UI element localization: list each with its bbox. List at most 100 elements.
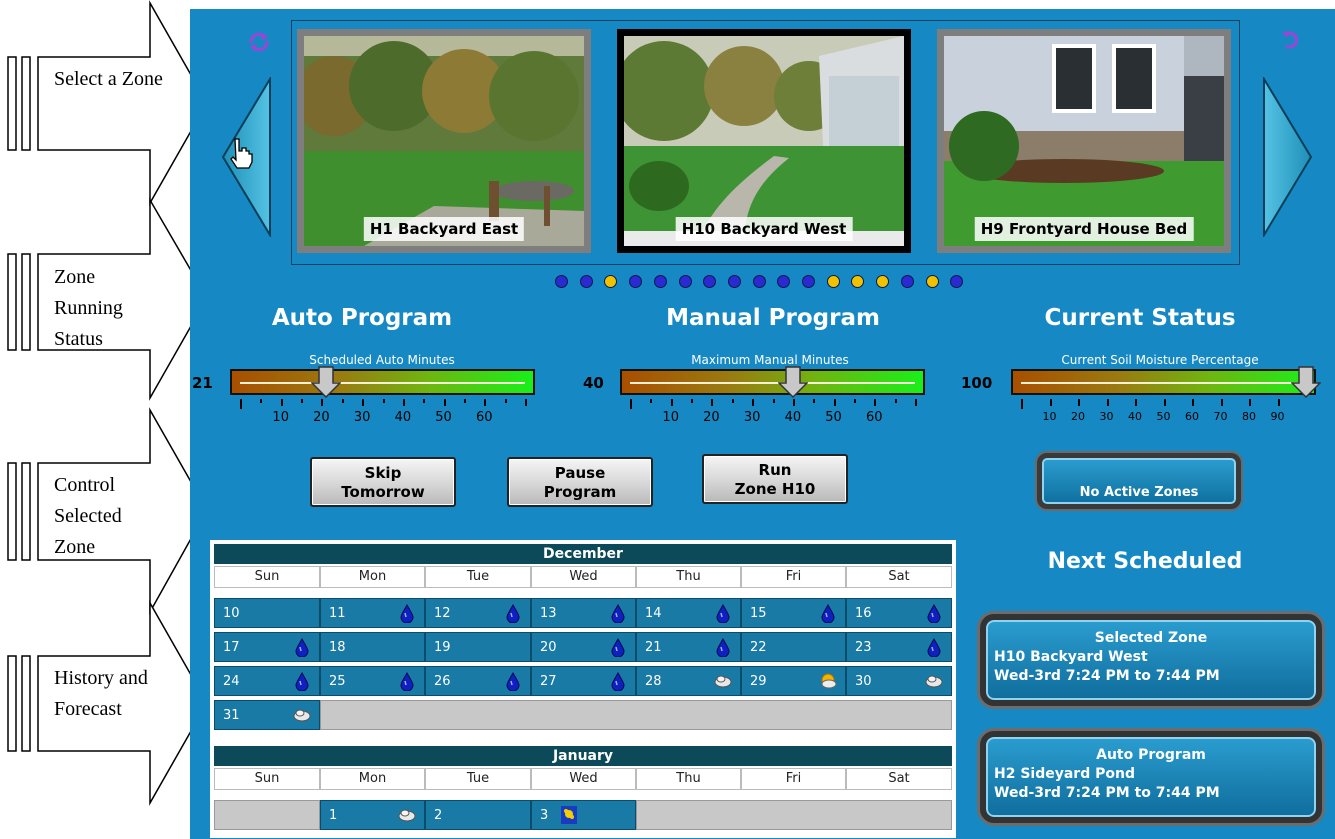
skip-tomorrow-button[interactable]: Skip Tomorrow <box>310 457 456 507</box>
raindrop-icon <box>611 637 625 657</box>
pause-program-button[interactable]: Pause Program <box>507 457 653 507</box>
calendar-day[interactable]: 25 <box>320 666 425 696</box>
calendar-day[interactable]: 15 <box>741 598 846 628</box>
zone-dot[interactable] <box>950 275 964 288</box>
raindrop-icon <box>716 603 730 623</box>
gauge-tick-label: 90 <box>1270 410 1285 423</box>
zone-dot[interactable] <box>653 275 667 288</box>
zone-dot[interactable] <box>900 275 914 288</box>
calendar-day-number: 17 <box>223 640 240 655</box>
gauge-minor-tick <box>813 399 816 403</box>
next-zone-arrow[interactable] <box>1262 77 1314 237</box>
calendar-day-number: 13 <box>540 606 557 621</box>
calendar-day[interactable]: 17 <box>214 632 320 662</box>
zone-caption: H10 Backyard West <box>675 217 853 241</box>
gauge-thumb-icon[interactable] <box>310 366 341 398</box>
cloud-icon <box>925 675 943 688</box>
zone-photo-h9[interactable]: H9 Frontyard House Bed <box>937 29 1231 253</box>
gauge-tick <box>1021 399 1023 409</box>
calendar-day[interactable]: 27 <box>531 666 636 696</box>
rotate-right-icon[interactable] <box>1280 29 1302 51</box>
calendar-day[interactable]: 24 <box>214 666 320 696</box>
calendar-empty-cell <box>214 800 320 830</box>
calendar-day[interactable]: 3 <box>531 800 636 830</box>
zone-photo-h10[interactable]: H10 Backyard West <box>617 29 911 253</box>
calendar-day[interactable]: 2 <box>425 800 531 830</box>
zone-dot[interactable] <box>703 275 717 288</box>
gauge-line <box>240 382 525 384</box>
calendar-day-number: 27 <box>540 674 557 689</box>
zone-dot[interactable] <box>629 275 643 288</box>
calendar-day[interactable]: 23 <box>846 632 952 662</box>
calendar-day[interactable]: 19 <box>425 632 531 662</box>
skip-button-line1: Skip <box>364 464 402 482</box>
zone-dot[interactable] <box>802 275 815 288</box>
auto-minutes-slider[interactable]: 10 20 30 40 50 60 <box>230 366 535 429</box>
auto-gauge-caption: Scheduled Auto Minutes <box>309 353 455 367</box>
zone-dot[interactable] <box>752 275 766 288</box>
calendar-day[interactable]: 11 <box>320 598 425 628</box>
cloud-icon <box>398 809 416 822</box>
calendar-day[interactable]: 21 <box>636 632 741 662</box>
calendar-day[interactable]: 16 <box>846 598 952 628</box>
gauge-tick <box>1249 399 1251 406</box>
zone-dot[interactable] <box>555 275 568 288</box>
gauge-tick-label: 60 <box>476 410 493 425</box>
weekday-header: Wed <box>531 566 636 588</box>
gauge-thumb-icon[interactable] <box>777 366 808 398</box>
flower-icon <box>561 806 577 824</box>
zone-dot[interactable] <box>604 275 618 288</box>
zone-dot[interactable] <box>777 275 791 288</box>
zone-dot[interactable] <box>851 275 865 288</box>
pause-button-line2: Program <box>543 483 617 501</box>
calendar-day-number: 15 <box>750 606 767 621</box>
cloud-icon <box>293 709 311 722</box>
gauge-tick <box>1192 399 1194 406</box>
calendar-day[interactable]: 30 <box>846 666 952 696</box>
zone-photo-strip: H1 Backyard East H10 Backyard West H9 Fr… <box>291 20 1240 265</box>
calendar-day[interactable]: 13 <box>531 598 636 628</box>
manual-minutes-slider[interactable]: 10 20 30 40 50 60 <box>620 366 925 429</box>
calendar-month-header: December <box>214 544 952 564</box>
zone-caption: H9 Frontyard House Bed <box>974 217 1194 241</box>
raindrop-icon <box>611 603 625 623</box>
calendar-day[interactable]: 20 <box>531 632 636 662</box>
zone-dot[interactable] <box>826 275 840 288</box>
next-auto-program-card[interactable]: Auto Program H2 Sideyard Pond Wed-3rd 7:… <box>980 731 1322 823</box>
zone-dot[interactable] <box>925 275 939 288</box>
zone-dot[interactable] <box>727 275 741 288</box>
calendar-day[interactable]: 22 <box>741 632 846 662</box>
gauge-minor-tick <box>341 399 344 403</box>
gauge-line <box>630 382 915 384</box>
calendar-day[interactable]: 1 <box>320 800 425 830</box>
zone-dot[interactable] <box>579 275 593 288</box>
next-selected-zone-card[interactable]: Selected Zone H10 Backyard West Wed-3rd … <box>980 614 1322 706</box>
zone-dot[interactable] <box>678 275 692 288</box>
weekday-header: Mon <box>320 768 425 790</box>
gauge-tick-label: 10 <box>272 410 289 425</box>
active-zones-status-button[interactable]: No Active Zones <box>1037 453 1241 509</box>
calendar-day[interactable]: 29 <box>741 666 846 696</box>
zone-photo-h1[interactable]: H1 Backyard East <box>297 29 591 253</box>
gauge-minor-tick <box>260 399 263 403</box>
calendar-day[interactable]: 12 <box>425 598 531 628</box>
gauge-minor-tick <box>772 399 775 403</box>
rotate-left-icon[interactable] <box>246 31 272 53</box>
calendar-day[interactable]: 28 <box>636 666 741 696</box>
calendar-day[interactable]: 26 <box>425 666 531 696</box>
gauge-tick-label: 10 <box>1042 410 1057 423</box>
weekday-header: Thu <box>636 566 741 588</box>
run-zone-button[interactable]: Run Zone H10 <box>702 454 848 504</box>
calendar-day[interactable]: 14 <box>636 598 741 628</box>
zone-dot[interactable] <box>876 275 890 288</box>
calendar-day[interactable]: 10 <box>214 598 320 628</box>
raindrop-icon <box>927 637 941 657</box>
calendar-day[interactable]: 31 <box>214 700 320 730</box>
gauge-tick <box>915 399 917 406</box>
gauge-track <box>620 369 925 395</box>
gauge-minor-tick <box>423 399 426 403</box>
calendar-day[interactable]: 18 <box>320 632 425 662</box>
gauge-tick <box>711 399 714 406</box>
calendar-day-number: 28 <box>645 674 662 689</box>
irrigation-panel: H1 Backyard East H10 Backyard West H9 Fr… <box>190 9 1335 839</box>
